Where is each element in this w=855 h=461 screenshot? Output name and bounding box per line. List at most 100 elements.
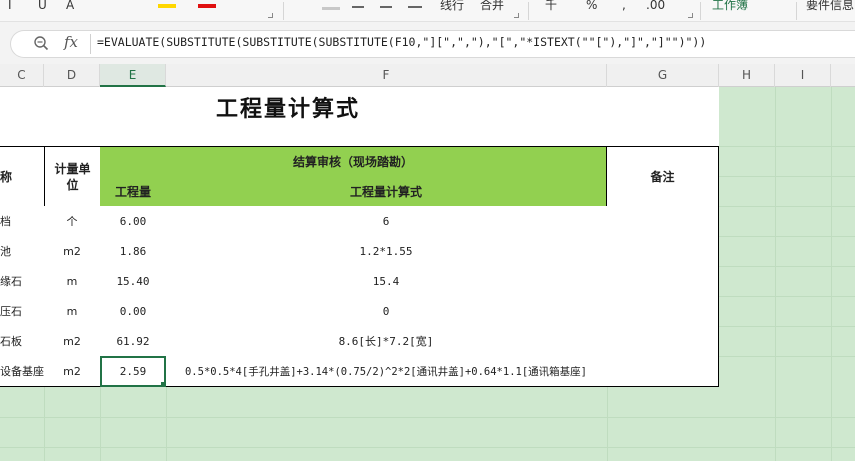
column-header-c[interactable]: C [0, 64, 44, 87]
table-row-4-qty[interactable]: 0.00 [100, 296, 167, 327]
header-remark-label: 备注 [650, 170, 675, 184]
percent-button[interactable]: % [586, 0, 597, 11]
underline-icon[interactable]: U [38, 0, 47, 11]
cell-text: 压石 [0, 305, 22, 318]
column-header-d[interactable]: D [44, 64, 100, 87]
table-row-2-formula[interactable]: 1.2*1.55 [166, 236, 607, 267]
table-row-1-formula[interactable]: 6 [166, 206, 607, 237]
header-name-label: 称 [0, 170, 13, 184]
cell-text: 8.6[长]*7.2[宽] [338, 335, 434, 348]
cell-text: 档 [0, 215, 11, 228]
align-icon[interactable] [322, 7, 340, 10]
sheet-empty-area[interactable] [719, 87, 855, 461]
align-center-icon[interactable] [352, 6, 364, 8]
cell-text: 设备基座 [0, 365, 44, 378]
table-row-4-formula[interactable]: 0 [166, 296, 607, 327]
ribbon-toolbar: I U A 线行 合并 千 % , .00 工作簿 要件信息 [0, 0, 855, 22]
cell-text: 缘石 [0, 275, 22, 288]
header-remark-cell[interactable]: 备注 [606, 147, 719, 207]
grid-line [607, 387, 608, 461]
table-row-5-qty[interactable]: 61.92 [100, 326, 167, 357]
sheet-title-cell[interactable]: 工程量计算式 [0, 87, 719, 146]
table-row-5-unit[interactable]: m2 [44, 326, 101, 357]
grid-line [719, 176, 855, 177]
table-row-4-unit[interactable]: m [44, 296, 101, 327]
wrap-text-button[interactable]: 线行 [440, 0, 464, 11]
cell-text: 6 [382, 214, 390, 228]
align-right-icon[interactable] [380, 6, 392, 8]
column-header-f[interactable]: F [166, 64, 607, 87]
header-formula-label: 工程量计算式 [349, 184, 422, 199]
table-row-6-name[interactable]: 设备基座 [0, 356, 45, 387]
cell-text: m2 [63, 334, 81, 348]
document-info-button[interactable]: 要件信息 [806, 0, 854, 11]
toolbar-separator [528, 2, 529, 20]
distribute-icon[interactable] [408, 6, 422, 8]
table-row-3-formula[interactable]: 15.4 [166, 266, 607, 297]
align-dialog-launcher-icon[interactable] [514, 13, 519, 18]
cell-text: 61.92 [116, 334, 150, 348]
cell-text: 15.40 [116, 274, 150, 288]
table-row-4-name[interactable]: 压石 [0, 296, 45, 327]
table-row-1-unit[interactable]: 个 [44, 206, 101, 237]
cell-text: m2 [63, 244, 81, 258]
number-format-button[interactable]: 千 [545, 0, 557, 11]
header-unit-label: 计量单位 [54, 161, 91, 192]
grid-line [719, 326, 855, 327]
header-name-cell[interactable]: 称 [0, 147, 45, 207]
highlight-color-icon[interactable] [158, 4, 176, 8]
thousands-button[interactable]: , [622, 0, 626, 11]
number-dialog-launcher-icon[interactable] [688, 13, 693, 18]
formula-separator [90, 34, 91, 54]
active-cell-outline[interactable] [100, 356, 166, 387]
sheet-title: 工程量计算式 [216, 97, 361, 122]
insert-function-icon[interactable]: fx [64, 33, 78, 51]
grid-line [719, 356, 855, 357]
table-row-3-remark[interactable] [606, 266, 719, 297]
formula-text[interactable]: =EVALUATE(SUBSTITUTE(SUBSTITUTE(SUBSTITU… [97, 35, 706, 49]
table-row-3-unit[interactable]: m [44, 266, 101, 297]
table-row-5-formula[interactable]: 8.6[长]*7.2[宽] [166, 326, 607, 357]
sheet-empty-area-bottom[interactable] [0, 387, 719, 461]
merge-cells-button[interactable]: 合并 [480, 0, 504, 11]
column-header-g[interactable]: G [607, 64, 719, 87]
workbook-button[interactable]: 工作簿 [712, 0, 748, 11]
column-header-i[interactable]: I [775, 64, 831, 87]
table-row-3-qty[interactable]: 15.40 [100, 266, 167, 297]
fill-handle[interactable] [161, 382, 166, 387]
cell-text: m [66, 274, 78, 288]
table-row-6-formula[interactable]: 0.5*0.5*4[手孔井盖]+3.14*(0.75/2)^2*2[通讯井盖]+… [166, 356, 607, 387]
header-quantity-cell[interactable]: 工程量 [100, 176, 167, 207]
italic-icon[interactable]: I [8, 0, 12, 11]
table-row-2-remark[interactable] [606, 236, 719, 267]
table-row-6-unit[interactable]: m2 [44, 356, 101, 387]
decimal-button[interactable]: .00 [646, 0, 665, 11]
table-row-5-remark[interactable] [606, 326, 719, 357]
table-row-3-name[interactable]: 缘石 [0, 266, 45, 297]
table-row-1-qty[interactable]: 6.00 [100, 206, 167, 237]
table-row-2-qty[interactable]: 1.86 [100, 236, 167, 267]
column-header-h[interactable]: H [719, 64, 775, 87]
table-row-1-remark[interactable] [606, 206, 719, 237]
cell-text: 个 [66, 215, 78, 228]
table-row-4-remark[interactable] [606, 296, 719, 327]
toolbar-separator [796, 2, 797, 20]
table-row-2-unit[interactable]: m2 [44, 236, 101, 267]
font-color-icon[interactable] [198, 4, 216, 8]
header-unit-cell[interactable]: 计量单位 [44, 147, 101, 207]
header-group-label: 结算审核（现场踏勘） [292, 155, 413, 169]
table-row-5-name[interactable]: 石板 [0, 326, 45, 357]
header-group-cell[interactable]: 结算审核（现场踏勘） [100, 147, 607, 177]
table-row-2-name[interactable]: 池 [0, 236, 45, 267]
header-formula-cell[interactable]: 工程量计算式 [166, 176, 607, 207]
magnifier-icon[interactable] [33, 35, 49, 51]
grid-line [719, 296, 855, 297]
grid-line [719, 206, 855, 207]
column-header-e[interactable]: E [100, 64, 166, 87]
table-row-6-remark[interactable] [606, 356, 719, 387]
font-dialog-launcher-icon[interactable] [268, 13, 273, 18]
grid-line [719, 266, 855, 267]
table-row-1-name[interactable]: 档 [0, 206, 45, 237]
cell-text: m2 [63, 364, 81, 378]
font-color-a-icon[interactable]: A [66, 0, 74, 11]
